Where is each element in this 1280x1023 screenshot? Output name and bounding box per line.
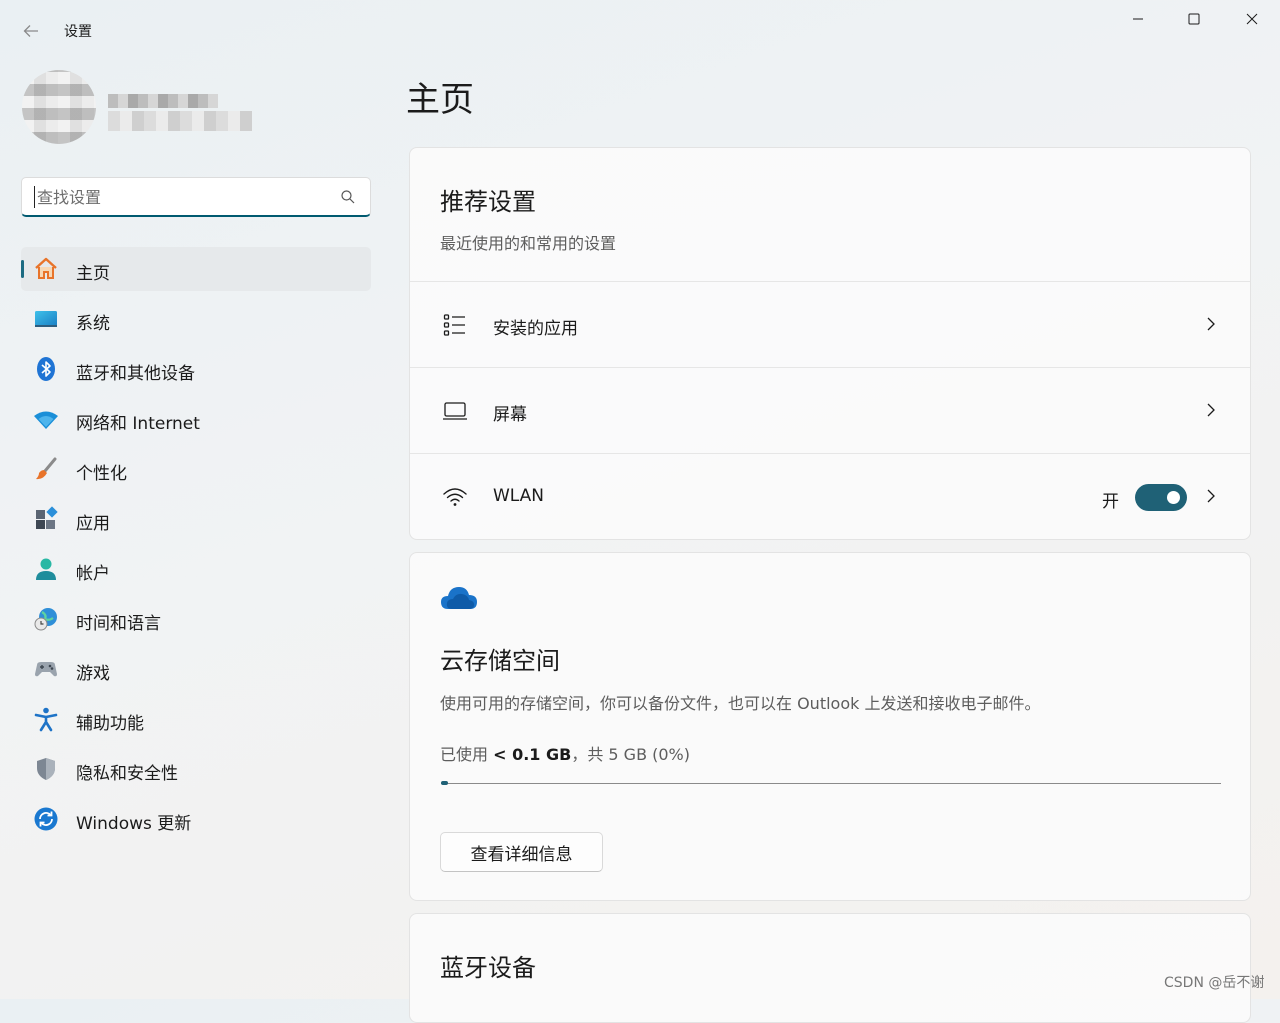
search-icon[interactable]: [340, 189, 356, 205]
card-description: 使用可用的存储空间，你可以备份文件，也可以在 Outlook 上发送和接收电子邮…: [440, 694, 1041, 713]
close-icon: [1246, 13, 1258, 25]
search-input[interactable]: [34, 186, 327, 208]
brush-icon: [33, 456, 59, 482]
maximize-icon: [1188, 13, 1200, 25]
chevron-right-icon: [1207, 403, 1215, 417]
close-button[interactable]: [1224, 0, 1280, 38]
storage-usage-text: 已使用 < 0.1 GB，共 5 GB (0%): [440, 741, 690, 765]
avatar[interactable]: [22, 70, 96, 144]
time-language-icon: [33, 606, 59, 632]
wifi-icon: [33, 406, 59, 432]
card-title: 蓝牙设备: [440, 954, 536, 982]
user-name-redacted: [108, 94, 218, 108]
user-email-redacted: [108, 111, 252, 131]
row-display[interactable]: 屏幕: [410, 367, 1250, 453]
usage-prefix: 已使用: [440, 745, 494, 764]
system-icon: [33, 306, 59, 332]
gamepad-icon: [33, 656, 59, 682]
card-subtitle: 最近使用的和常用的设置: [440, 234, 617, 253]
sidebar-item-accessibility[interactable]: 辅助功能: [21, 697, 371, 741]
sidebar-item-personalization[interactable]: 个性化: [21, 447, 371, 491]
active-indicator: [21, 260, 24, 278]
sidebar-item-label: 主页: [76, 264, 110, 284]
chevron-right-icon: [1207, 489, 1215, 503]
minimize-icon: [1133, 18, 1143, 20]
list-icon: [442, 312, 468, 338]
sidebar-item-bluetooth[interactable]: 蓝牙和其他设备: [21, 347, 371, 391]
sidebar-item-privacy-security[interactable]: 隐私和安全性: [21, 747, 371, 791]
view-details-button[interactable]: 查看详细信息: [440, 832, 603, 872]
toggle-knob: [1167, 491, 1180, 504]
title-bar: 设置: [0, 0, 1280, 48]
storage-progress-bar: [441, 781, 1221, 785]
chevron-right-icon: [1207, 317, 1215, 331]
back-arrow-icon: [23, 25, 38, 37]
home-icon: [33, 256, 59, 282]
update-icon: [33, 806, 59, 832]
cloud-icon: [441, 587, 477, 609]
laptop-icon: [442, 398, 468, 424]
wlan-toggle[interactable]: [1135, 484, 1187, 511]
sidebar-item-label: 网络和 Internet: [76, 414, 200, 434]
sidebar-item-apps[interactable]: 应用: [21, 497, 371, 541]
shield-icon: [33, 756, 59, 782]
toggle-state-label: 开: [1102, 492, 1119, 512]
minimize-button[interactable]: [1110, 0, 1166, 38]
sidebar-item-network[interactable]: 网络和 Internet: [21, 397, 371, 441]
app-title: 设置: [64, 24, 92, 40]
card-title: 云存储空间: [440, 647, 560, 675]
sidebar-item-label: Windows 更新: [76, 814, 192, 834]
wifi-icon: [442, 484, 468, 510]
sidebar-item-label: 隐私和安全性: [76, 764, 178, 784]
sidebar-item-home[interactable]: 主页: [21, 247, 371, 291]
sidebar-item-label: 蓝牙和其他设备: [76, 364, 195, 384]
settings-window: 设置 主页: [0, 0, 1280, 1023]
row-installed-apps[interactable]: 安装的应用: [410, 281, 1250, 367]
accessibility-icon: [33, 706, 59, 732]
sidebar-item-label: 帐户: [76, 564, 110, 584]
back-button[interactable]: [16, 16, 46, 46]
search-box: [21, 177, 371, 217]
bluetooth-devices-card: 蓝牙设备: [409, 913, 1251, 1023]
cloud-storage-card: 云存储空间 使用可用的存储空间，你可以备份文件，也可以在 Outlook 上发送…: [409, 552, 1251, 901]
bluetooth-icon: [33, 356, 59, 382]
maximize-button[interactable]: [1166, 0, 1222, 38]
recommended-settings-card: 推荐设置 最近使用的和常用的设置 安装的应用 屏幕 WLAN 开: [409, 147, 1251, 540]
sidebar-item-label: 游戏: [76, 664, 110, 684]
apps-icon: [33, 506, 59, 532]
row-label: 安装的应用: [493, 319, 578, 339]
sidebar-item-windows-update[interactable]: Windows 更新: [21, 797, 371, 841]
row-label: WLAN: [493, 486, 545, 506]
storage-progress-fill: [441, 781, 448, 785]
usage-suffix: ，共 5 GB (0%): [571, 745, 690, 764]
watermark: CSDN @岳不谢: [1164, 975, 1265, 991]
sidebar-item-label: 辅助功能: [76, 714, 144, 734]
sidebar-item-time-language[interactable]: 时间和语言: [21, 597, 371, 641]
page-title: 主页: [406, 80, 474, 120]
sidebar-item-system[interactable]: 系统: [21, 297, 371, 341]
sidebar-item-accounts[interactable]: 帐户: [21, 547, 371, 591]
sidebar-item-label: 系统: [76, 314, 110, 334]
row-wlan[interactable]: WLAN 开: [410, 453, 1250, 539]
sidebar-item-label: 应用: [76, 514, 110, 534]
row-label: 屏幕: [493, 405, 527, 425]
sidebar-item-label: 时间和语言: [76, 614, 161, 634]
sidebar-item-label: 个性化: [76, 464, 127, 484]
usage-amount: < 0.1 GB: [493, 745, 572, 764]
account-icon: [33, 556, 59, 582]
sidebar-item-gaming[interactable]: 游戏: [21, 647, 371, 691]
card-title: 推荐设置: [440, 188, 536, 216]
